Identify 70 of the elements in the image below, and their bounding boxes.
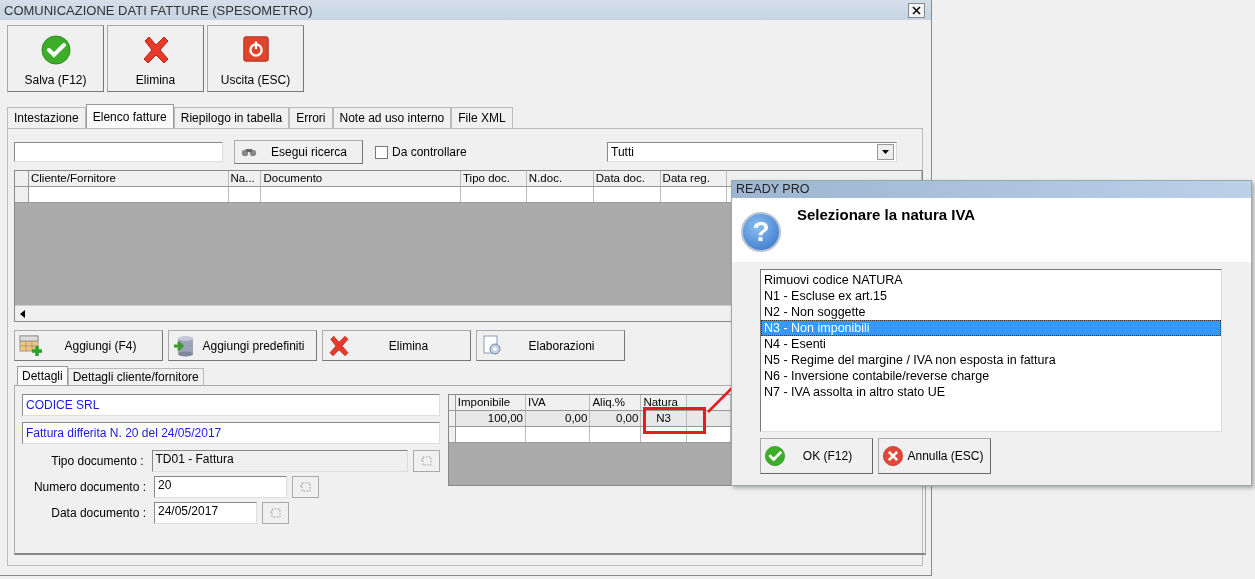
list-item[interactable]: N2 - Non soggette <box>761 304 1221 320</box>
list-item[interactable]: N7 - IVA assolta in altro stato UE <box>761 384 1221 400</box>
dotted-frame-icon <box>419 454 434 468</box>
close-button[interactable] <box>908 2 925 18</box>
dialog-button[interactable]: OK (F12) <box>760 438 873 474</box>
column-header: IVA <box>525 395 591 410</box>
action-button[interactable]: Aggiungi (F4) <box>14 330 163 361</box>
binoculars-icon <box>241 147 257 157</box>
list-item[interactable]: N5 - Regime del margine / IVA non esposta in fattura <box>761 352 1221 368</box>
toolbar-button[interactable]: Elimina <box>107 25 204 92</box>
column-header: Natura <box>641 395 687 410</box>
document-field[interactable]: Fattura differita N. 20 del 24/05/2017 <box>22 422 440 444</box>
search-field[interactable] <box>14 142 223 162</box>
question-icon: ? <box>741 212 781 252</box>
field-label: Tipo documento : <box>50 454 145 468</box>
tab[interactable]: File XML <box>451 107 513 128</box>
list-item[interactable]: N1 - Escluse ex art.15 <box>761 288 1221 304</box>
column-header: Imponibile <box>455 395 526 410</box>
dialog-title: READY PRO <box>732 181 1251 198</box>
highlight-box <box>643 407 706 434</box>
list-item[interactable]: Rimuovi codice NATURA <box>761 272 1221 288</box>
column-header: Data doc. <box>593 171 661 186</box>
field-label: Data documento : <box>50 506 147 520</box>
power-icon <box>240 34 271 64</box>
client-field[interactable]: CODICE SRL <box>22 394 440 416</box>
grid-add-icon <box>19 334 43 357</box>
column-header: Tipo doc. <box>461 171 527 186</box>
column-header: Cliente/Fornitore <box>28 171 229 186</box>
table-cell: 0,00 <box>525 411 591 426</box>
text-field[interactable]: 20 <box>154 476 287 498</box>
column-header: N.doc. <box>526 171 594 186</box>
tab[interactable]: Errori <box>289 107 333 128</box>
check-icon <box>764 445 786 467</box>
tab[interactable]: Elenco fatture <box>85 104 174 128</box>
check-icon <box>39 34 72 66</box>
table-cell: 0,00 <box>590 411 642 426</box>
filter-dropdown[interactable]: Tutti <box>607 142 897 162</box>
checkbox-label: Da controllare <box>392 145 467 159</box>
close-icon <box>912 5 921 15</box>
text-field[interactable]: 24/05/2017 <box>154 502 257 524</box>
toolbar-button[interactable]: Salva (F12) <box>7 25 104 92</box>
action-button[interactable]: Aggiungi predefiniti <box>168 330 317 361</box>
tab[interactable]: Note ad uso interno <box>332 107 452 128</box>
dialog-button[interactable]: Annulla (ESC) <box>878 438 991 474</box>
table-cell: 100,00 <box>455 411 526 426</box>
tab[interactable]: Dettagli <box>17 366 68 385</box>
column-header: Na... <box>228 171 262 186</box>
tab[interactable]: Riepilogo in tabella <box>173 107 290 128</box>
search-button[interactable]: Esegui ricerca <box>234 140 363 164</box>
column-header: Documento <box>261 171 461 186</box>
list-item[interactable]: N6 - Inversione contabile/reverse charge <box>761 368 1221 384</box>
field-label: Numero documento : <box>32 480 147 494</box>
window-title: COMUNICAZIONE DATI FATTURE (SPESOMETRO) <box>4 2 313 18</box>
table-cell: N3 <box>641 411 687 426</box>
toolbar-button[interactable]: Uscita (ESC) <box>207 25 304 92</box>
list-item[interactable]: N4 - Esenti <box>761 336 1221 352</box>
column-header: Data reg. <box>660 171 728 186</box>
dialog-message: Selezionare la natura IVA <box>797 206 976 225</box>
document-gear-icon <box>481 334 503 357</box>
dotted-frame-icon <box>268 506 283 520</box>
cross-icon <box>327 333 351 358</box>
column-header: Aliq.% <box>590 395 642 410</box>
database-icon <box>173 334 195 357</box>
tab[interactable]: Intestazione <box>7 107 86 128</box>
checkbox[interactable] <box>375 145 388 159</box>
tab[interactable]: Dettagli cliente/fornitore <box>67 368 204 385</box>
action-button[interactable]: Elaborazioni <box>476 330 625 361</box>
dotted-frame-icon <box>298 480 313 494</box>
action-button[interactable]: Elimina <box>322 330 471 361</box>
cancel-icon <box>882 445 904 467</box>
